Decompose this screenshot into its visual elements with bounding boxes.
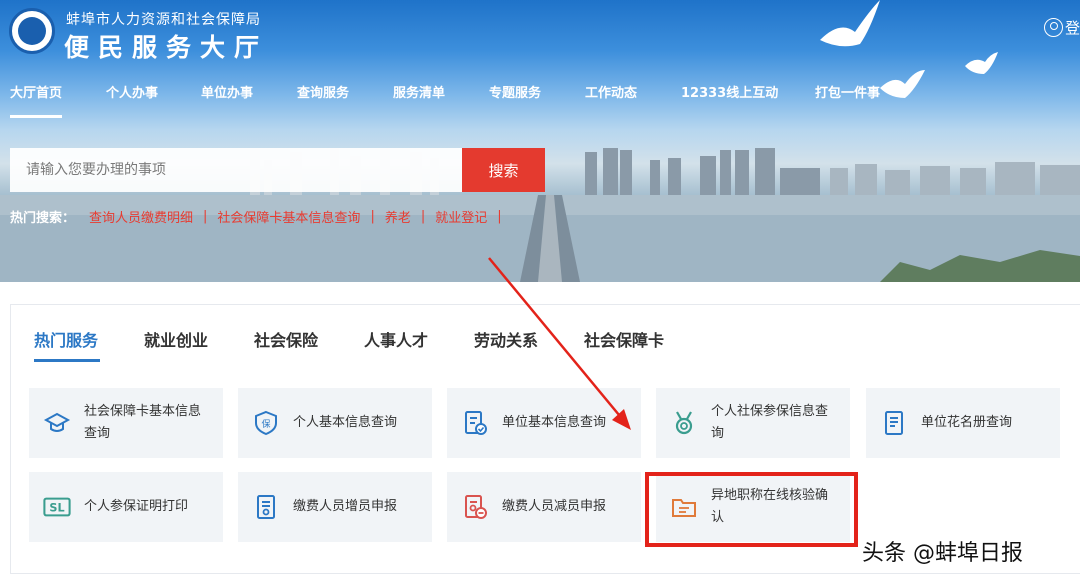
svg-text:保: 保 [261,418,270,430]
hall-title: 便民服务大厅 [64,33,269,62]
graduation-cap-icon [43,409,71,437]
nav-item-news[interactable]: 工作动态 [585,82,637,118]
service-card-label: 个人社保参保信息查询 [711,404,829,441]
service-card-label: 单位基本信息查询 [502,415,607,430]
user-icon [1043,18,1063,37]
nav-item-12333[interactable]: 12333线上互动 [681,82,778,118]
nav-item-topics[interactable]: 专题服务 [489,82,541,118]
roster-icon [880,409,908,437]
service-card-unit-roster[interactable]: 单位花名册查询 [866,388,1060,458]
shield-icon: 保 [252,409,280,437]
hot-link[interactable]: 就业登记 [435,207,487,226]
tab-hot-services[interactable]: 热门服务 [34,327,98,351]
nav-item-service-list[interactable]: 服务清单 [393,82,445,118]
login-label: 登 [1064,19,1080,37]
hot-link[interactable]: 社会保障卡基本信息查询 [217,207,360,226]
nav-item-bundle[interactable]: 打包一件事 [815,82,880,118]
separator: | [420,209,426,224]
service-card-social-insurance-info[interactable]: 个人社保参保信息查询 [656,388,850,458]
nav-item-query[interactable]: 查询服务 [297,82,349,118]
document-add-icon [252,493,280,521]
service-card-remove-payer[interactable]: 缴费人员减员申报 [447,472,641,542]
hero-banner: 蚌埠市人力资源和社会保障局 便民服务大厅 登 大厅首页 个人办事 单位办事 查询… [0,0,1080,282]
hot-link[interactable]: 养老 [385,207,411,226]
hot-link[interactable]: 查询人员缴费明细 [89,207,193,226]
document-remove-icon [461,493,489,521]
service-card-title-verification[interactable]: 异地职称在线核验确认 [656,472,850,542]
service-card-label: 缴费人员增员申报 [293,499,398,514]
service-card-personal-info[interactable]: 保 个人基本信息查询 [238,388,432,458]
folder-icon [670,493,698,521]
service-card-add-payer[interactable]: 缴费人员增员申报 [238,472,432,542]
document-check-icon [461,409,489,437]
service-card-label: 缴费人员减员申报 [502,499,607,514]
service-card-social-card-info[interactable]: 社会保障卡基本信息查询 [29,388,223,458]
medal-icon [670,409,698,437]
tab-social-card[interactable]: 社会保障卡 [584,327,664,351]
nav-item-unit[interactable]: 单位办事 [201,82,253,118]
service-card-label: 个人参保证明打印 [84,499,189,514]
active-tab-indicator [34,359,100,362]
search-button[interactable]: 搜索 [462,148,545,192]
hot-search-label: 热门搜索： [10,211,76,226]
svg-text:SL: SL [49,502,64,515]
watermark: 头条 @蚌埠日报 [862,541,1023,566]
service-card-label: 异地职称在线核验确认 [711,488,829,525]
hot-search: 热门搜索： 查询人员缴费明细 | 社会保障卡基本信息查询 | 养老 | 就业登记… [10,207,508,226]
service-card-insurance-certificate[interactable]: SL 个人参保证明打印 [29,472,223,542]
service-card-unit-info[interactable]: 单位基本信息查询 [447,388,641,458]
tab-social-insurance[interactable]: 社会保险 [254,327,318,351]
separator: | [203,209,208,224]
service-card-label: 单位花名册查询 [921,415,1013,430]
search-input[interactable] [10,148,462,192]
bureau-logo [9,8,55,54]
sl-badge-icon: SL [43,493,71,521]
separator: | [370,209,375,224]
tab-employment[interactable]: 就业创业 [144,327,208,351]
tab-personnel[interactable]: 人事人才 [364,327,428,351]
nav-item-personal[interactable]: 个人办事 [106,82,158,118]
org-name: 蚌埠市人力资源和社会保障局 [66,12,261,28]
nav-item-home[interactable]: 大厅首页 [10,82,63,118]
tab-labor-relations[interactable]: 劳动关系 [474,327,538,351]
service-card-label: 个人基本信息查询 [293,415,398,430]
service-card-label: 社会保障卡基本信息查询 [84,404,202,441]
separator: | [497,209,502,224]
login-button[interactable]: 登 [1043,17,1080,38]
